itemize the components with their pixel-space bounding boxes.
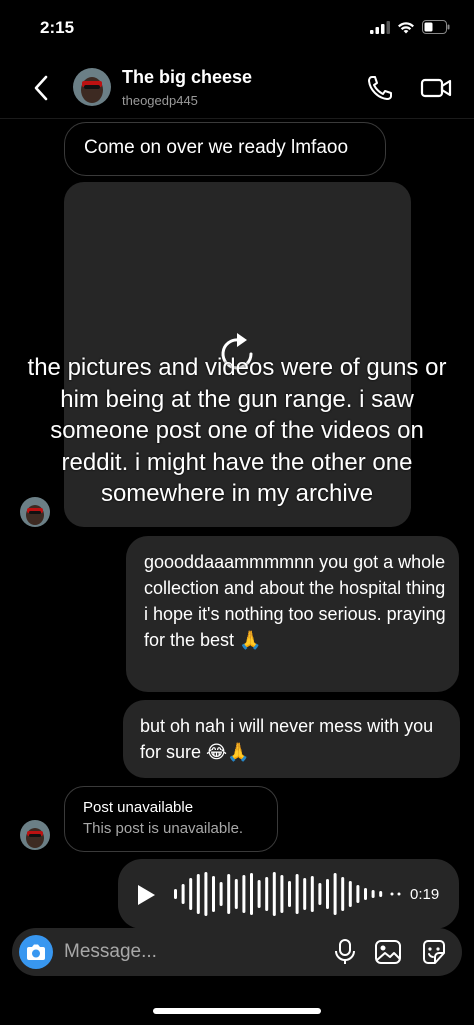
unavailable-post-card[interactable]: Post unavailable This post is unavailabl…	[64, 786, 278, 852]
waveform-bar	[379, 891, 383, 897]
waveform-bar	[356, 885, 360, 903]
back-icon[interactable]	[30, 74, 54, 102]
waveform-bar	[288, 881, 291, 907]
gallery-icon[interactable]	[374, 938, 402, 966]
waveform-bar	[242, 875, 246, 913]
waveform-bar	[364, 888, 367, 900]
message-bubble-outgoing[interactable]: but oh nah i will never mess with you fo…	[123, 700, 460, 778]
camera-button[interactable]	[19, 935, 53, 969]
waveform-bar	[341, 877, 345, 911]
waveform-bar	[219, 882, 223, 906]
sender-avatar[interactable]	[20, 497, 50, 527]
message-composer: Message...	[12, 928, 462, 976]
contact-name[interactable]: The big cheese	[122, 67, 252, 88]
signal-icon	[370, 20, 390, 34]
message-text: Come on over we ready lmfaoo	[84, 137, 349, 158]
play-icon[interactable]	[136, 884, 156, 906]
status-time: 2:15	[40, 18, 75, 37]
waveform-bar	[326, 879, 329, 909]
waveform-bar	[272, 872, 276, 916]
home-indicator	[153, 1008, 321, 1014]
waveform-bar	[204, 872, 208, 916]
message-input[interactable]: Message...	[64, 941, 157, 963]
audio-waveform[interactable]	[174, 871, 444, 917]
contact-username[interactable]: theogedp445	[122, 93, 198, 108]
waveform-bar	[227, 874, 231, 914]
voice-call-icon[interactable]	[366, 74, 394, 102]
battery-icon	[422, 20, 450, 34]
waveform-bar	[212, 876, 215, 912]
video-call-icon[interactable]	[420, 74, 452, 102]
status-icons	[370, 20, 450, 34]
waveform-bar	[371, 890, 375, 898]
waveform-bar	[234, 879, 238, 909]
waveform-bar	[181, 884, 185, 904]
header-divider	[0, 118, 474, 119]
waveform-bar	[189, 878, 193, 910]
contact-avatar[interactable]	[73, 68, 111, 106]
waveform-bar	[318, 883, 322, 905]
waveform-dot	[390, 892, 394, 896]
sender-avatar[interactable]	[20, 820, 50, 850]
message-bubble-outgoing[interactable]: goooddaaammmmnn you got a whole collecti…	[126, 536, 459, 692]
waveform-bar	[265, 877, 269, 911]
message-bubble-incoming[interactable]: Come on over we ready lmfaoo	[64, 122, 386, 176]
waveform-bar	[295, 874, 299, 914]
post-title: Post unavailable	[83, 799, 194, 816]
waveform-bar	[196, 874, 200, 914]
microphone-icon[interactable]	[334, 938, 356, 966]
camera-icon	[27, 944, 45, 960]
waveform-bar	[310, 876, 314, 912]
waveform-dot	[397, 892, 401, 896]
sticker-icon[interactable]	[420, 938, 448, 966]
post-subtitle: This post is unavailable.	[83, 820, 244, 837]
message-text: goooddaaammmmnn you got a whole collecti…	[144, 552, 446, 650]
voice-duration: 0:19	[410, 886, 440, 903]
message-text: but oh nah i will never mess with you fo…	[140, 716, 434, 762]
waveform-bar	[250, 873, 253, 915]
wifi-icon	[398, 21, 414, 33]
waveform-bar	[280, 875, 284, 913]
waveform-bar	[303, 878, 307, 910]
waveform-bar	[333, 873, 337, 915]
waveform-bar	[174, 889, 177, 899]
waveform-bar	[257, 880, 261, 908]
overlay-caption: the pictures and videos were of guns or …	[27, 354, 447, 507]
waveform-bar	[348, 881, 352, 907]
voice-message[interactable]: 0:19	[118, 859, 459, 929]
